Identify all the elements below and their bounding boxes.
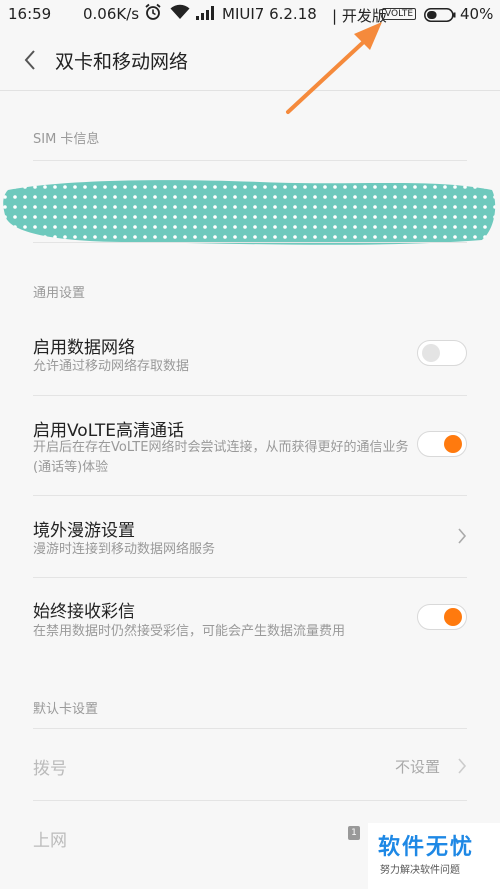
row-subtitle: 漫游时连接到移动数据网络服务 [33,542,216,557]
toggle-knob [444,435,462,453]
back-arrow-icon[interactable] [22,48,38,72]
row-subtitle: 在禁用数据时仍然接受彩信，可能会产生数据流量费用 [33,624,346,639]
chevron-right-icon [458,758,467,774]
row-title: 启用数据网络 [33,338,135,358]
signal-icon [196,6,216,24]
row-mms[interactable]: 始终接收彩信 在禁用数据时仍然接受彩信，可能会产生数据流量费用 [0,578,500,658]
sim-badge-icon: 1 [348,826,360,840]
alarm-icon [144,3,162,25]
battery-icon [424,8,456,26]
status-network-speed: 0.06K/s [83,5,140,23]
dial-value: 不设置 [394,758,440,776]
toggle-knob [422,344,440,362]
divider [33,160,467,161]
annotation-arrow [286,22,382,114]
redaction-scribble [3,180,496,245]
watermark-title: 软件无忧 [378,835,475,860]
battery-percent: 40% [460,5,494,23]
watermark-subtitle: 努力解决软件问题 [380,865,460,876]
page-title: 双卡和移动网络 [55,51,189,73]
row-title: 上网 [33,831,67,851]
row-dial[interactable]: 拨号 不设置 [0,729,500,799]
section-title-default-card: 默认卡设置 [33,702,99,717]
status-time: 16:59 [8,5,52,23]
divider [33,242,467,243]
chevron-right-icon [458,528,467,544]
section-title-general: 通用设置 [33,286,86,301]
mms-toggle[interactable] [417,604,467,630]
status-bar: 16:59 0.06K/s MIUI7 6.2.18 | 开发版 VOLTE 4… [0,0,500,30]
watermark: 软件无忧 努力解决软件问题 [368,823,500,889]
row-subtitle: 开启后在存在VoLTE网络时会尝试连接，从而获得更好的通信业务(通话等)体验 [33,440,409,475]
wifi-icon [170,4,190,24]
volte-toggle[interactable] [417,431,467,457]
section-title-sim-info: SIM 卡信息 [33,132,100,147]
toggle-knob [444,608,462,626]
row-roaming[interactable]: 境外漫游设置 漫游时连接到移动数据网络服务 [0,496,500,576]
row-title: 始终接收彩信 [33,602,135,622]
row-mobile-data[interactable]: 启用数据网络 允许通过移动网络存取数据 [0,315,500,395]
row-title: 境外漫游设置 [33,521,135,541]
row-title: 拨号 [33,759,67,779]
mobile-data-toggle[interactable] [417,340,467,366]
row-subtitle: 允许通过移动网络存取数据 [33,359,190,374]
app-header: 双卡和移动网络 [0,30,500,91]
row-volte[interactable]: 启用VoLTE高清通话 开启后在存在VoLTE网络时会尝试连接，从而获得更好的通… [0,396,500,496]
